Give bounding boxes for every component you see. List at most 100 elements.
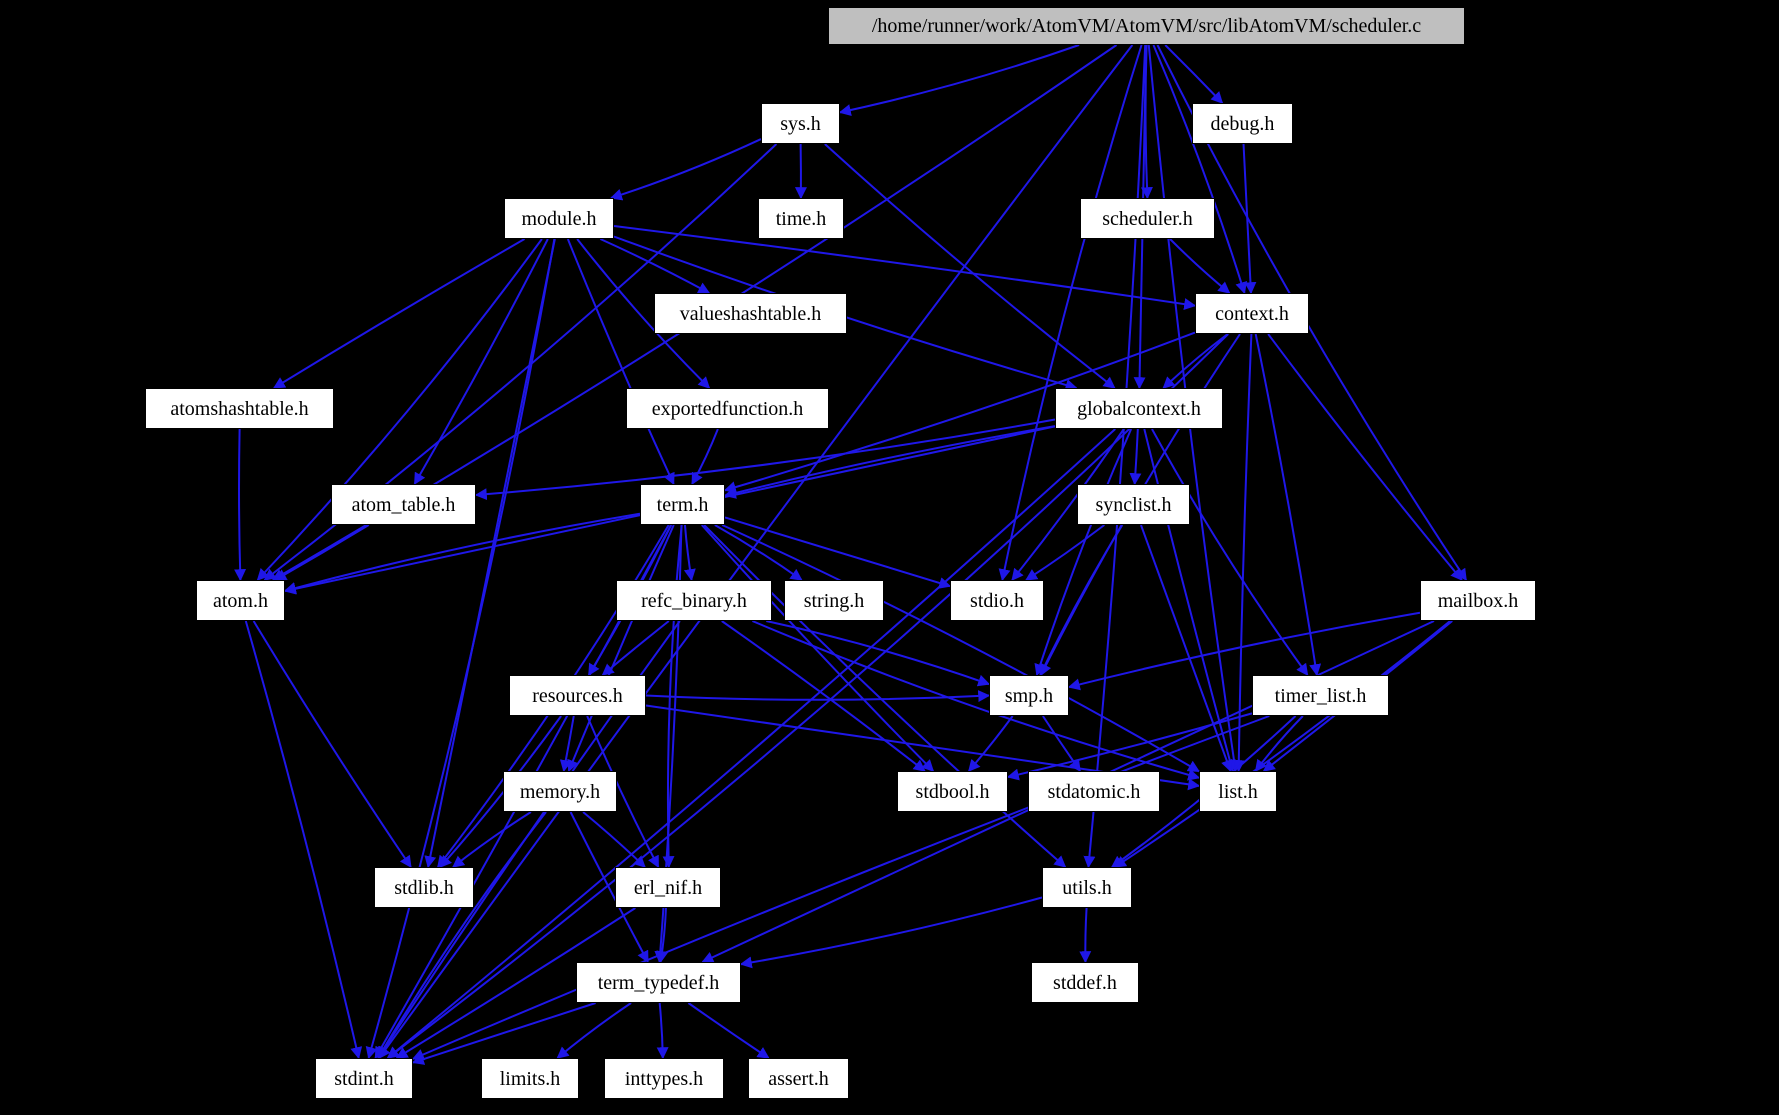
graph-node-label: sys.h: [780, 112, 821, 135]
graph-edge-globalcontext-to-timer_list: [1151, 428, 1309, 676]
graph-node-label: list.h: [1218, 780, 1258, 803]
graph-edge-scheduler-to-context: [1169, 238, 1231, 294]
graph-node-stdatomic[interactable]: stdatomic.h: [1028, 771, 1160, 812]
graph-edge-refc_binary-to-smp: [766, 620, 991, 687]
graph-node-atom_table[interactable]: atom_table.h: [331, 484, 476, 525]
graph-node-label: mailbox.h: [1437, 589, 1519, 612]
graph-node-label: stddef.h: [1053, 971, 1117, 994]
graph-node-label: inttypes.h: [624, 1067, 704, 1090]
graph-edge-erl_nif-to-term_typedef: [656, 907, 669, 964]
graph-node-label: term_typedef.h: [597, 971, 720, 994]
graph-node-stdlib[interactable]: stdlib.h: [374, 867, 474, 908]
graph-node-exportedfunction[interactable]: exportedfunction.h: [626, 388, 829, 429]
graph-node-label: debug.h: [1210, 112, 1275, 135]
graph-node-erl_nif[interactable]: erl_nif.h: [615, 867, 721, 908]
graph-edge-term-to-string: [714, 524, 803, 581]
graph-edge-utils-to-stddef: [1079, 907, 1092, 964]
graph-node-atom[interactable]: atom.h: [196, 580, 285, 621]
graph-node-term_typedef[interactable]: term_typedef.h: [576, 962, 741, 1003]
graph-node-assert[interactable]: assert.h: [748, 1058, 849, 1099]
graph-edge-utils-to-term_typedef: [739, 896, 1043, 969]
graph-node-context[interactable]: context.h: [1195, 293, 1309, 334]
graph-edge-context-to-timer_list: [1254, 333, 1322, 677]
graph-node-limits[interactable]: limits.h: [481, 1058, 579, 1099]
graph-edge-smp-to-stdbool: [968, 715, 1014, 772]
graph-node-stdio[interactable]: stdio.h: [950, 580, 1044, 621]
graph-edge-atom-to-stdint: [244, 620, 363, 1060]
graph-edge-term-to-stdio: [724, 516, 952, 589]
graph-node-label: term.h: [656, 493, 709, 516]
graph-node-label: atom.h: [213, 589, 268, 612]
graph-node-synclist[interactable]: synclist.h: [1077, 484, 1190, 525]
graph-node-label: synclist.h: [1095, 493, 1172, 516]
graph-edge-globalcontext-to-atom_table: [474, 418, 1056, 501]
graph-edge-timer_list-to-stdbool: [1006, 712, 1253, 781]
graph-node-valueshashtable[interactable]: valueshashtable.h: [654, 293, 847, 334]
graph-node-sys[interactable]: sys.h: [761, 103, 840, 144]
graph-node-label: context.h: [1215, 302, 1289, 325]
graph-node-label: time.h: [775, 207, 827, 230]
graph-edge-term-to-memory: [567, 524, 675, 773]
graph-edge-module-to-term: [566, 238, 675, 486]
graph-node-utils[interactable]: utils.h: [1042, 867, 1132, 908]
graph-node-mailbox[interactable]: mailbox.h: [1420, 580, 1536, 621]
graph-node-label: module.h: [521, 207, 597, 230]
graph-edge-term_typedef-to-inttypes: [656, 1002, 669, 1060]
graph-edge-context-to-globalcontext: [1162, 333, 1229, 389]
graph-edge-module-to-valueshashtable: [599, 238, 711, 294]
graph-edge-root-to-debug: [1164, 44, 1224, 104]
graph-node-label: valueshashtable.h: [679, 302, 822, 325]
graph-node-stdbool[interactable]: stdbool.h: [897, 771, 1008, 812]
graph-node-label: timer_list.h: [1274, 684, 1367, 707]
graph-node-term[interactable]: term.h: [640, 484, 725, 525]
graph-node-root[interactable]: /home/runner/work/AtomVM/AtomVM/src/libA…: [828, 7, 1465, 45]
graph-edge-mailbox-to-utils: [1113, 620, 1451, 868]
graph-node-module[interactable]: module.h: [504, 198, 614, 239]
graph-node-stddef[interactable]: stddef.h: [1031, 962, 1139, 1003]
graph-edge-sys-to-module: [609, 138, 762, 201]
graph-edge-refc_binary-to-list: [751, 620, 1201, 781]
graph-edge-globalcontext-to-smp: [1034, 428, 1133, 677]
graph-node-memory[interactable]: memory.h: [503, 771, 617, 812]
graph-node-label: stdbool.h: [915, 780, 990, 803]
graph-edge-term_typedef-to-assert: [687, 1002, 770, 1059]
graph-edge-synclist-to-list: [1140, 524, 1233, 773]
graph-edge-module-to-atomshashtable: [272, 238, 526, 389]
graph-node-inttypes[interactable]: inttypes.h: [604, 1058, 724, 1099]
graph-node-time[interactable]: time.h: [758, 198, 844, 239]
graph-node-debug[interactable]: debug.h: [1192, 103, 1293, 144]
graph-edge-refc_binary-to-resources: [601, 620, 670, 676]
graph-node-label: globalcontext.h: [1077, 397, 1201, 420]
graph-node-label: memory.h: [519, 780, 601, 803]
graph-node-atomshashtable[interactable]: atomshashtable.h: [145, 388, 334, 429]
graph-edge-context-to-mailbox: [1267, 333, 1463, 581]
graph-node-resources[interactable]: resources.h: [509, 675, 646, 716]
graph-edge-smp-to-stdatomic: [1042, 715, 1081, 772]
graph-edge-globalcontext-to-stdint: [386, 428, 1116, 1059]
graph-edge-sys-to-globalcontext: [824, 143, 1116, 389]
edge-group: [234, 44, 1468, 1065]
graph-edge-debug-to-context: [1242, 143, 1257, 295]
graph-edge-memory-to-erl_nif: [582, 811, 646, 868]
graph-node-refc_binary[interactable]: refc_binary.h: [616, 580, 772, 621]
graph-edge-refc_binary-to-stdbool: [721, 620, 926, 772]
graph-edge-term-to-erl_nif: [662, 524, 683, 869]
graph-node-stdint[interactable]: stdint.h: [315, 1058, 413, 1099]
graph-edge-term-to-stdbool: [701, 524, 935, 772]
graph-edge-memory-to-stdlib: [452, 811, 532, 868]
graph-edge-memory-to-stdint: [377, 811, 547, 1060]
graph-node-list[interactable]: list.h: [1199, 771, 1277, 812]
graph-edge-atom-to-stdlib: [252, 620, 412, 868]
graph-node-smp[interactable]: smp.h: [989, 675, 1069, 716]
graph-node-string[interactable]: string.h: [784, 580, 884, 621]
graph-edge-context-to-list: [1232, 333, 1253, 773]
graph-node-label: refc_binary.h: [641, 589, 747, 612]
graph-node-label: limits.h: [499, 1067, 561, 1090]
graph-node-timer_list[interactable]: timer_list.h: [1252, 675, 1389, 716]
graph-node-label: exportedfunction.h: [651, 397, 804, 420]
graph-edge-root-to-scheduler: [1140, 44, 1153, 200]
graph-edge-root-to-utils: [1083, 44, 1147, 869]
graph-edge-term-to-list: [721, 524, 1201, 773]
graph-node-globalcontext[interactable]: globalcontext.h: [1055, 388, 1223, 429]
graph-node-scheduler[interactable]: scheduler.h: [1080, 198, 1215, 239]
